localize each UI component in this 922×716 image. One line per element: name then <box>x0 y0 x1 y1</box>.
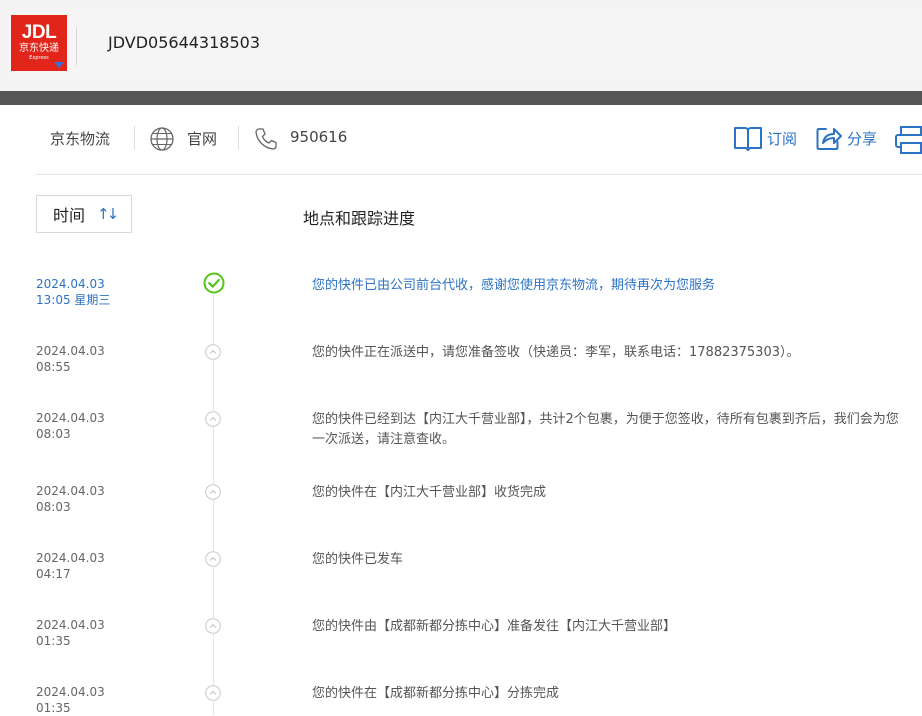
header-divider <box>76 27 77 65</box>
sort-arrows-icon: ↑↓ <box>97 205 119 223</box>
event-datetime: 2024.04.03 08:55 <box>36 343 105 375</box>
share-label: 分享 <box>847 129 878 148</box>
logo-jdl-text: JDL <box>21 22 57 43</box>
chevron-up-circle-icon <box>205 344 221 360</box>
event-datetime: 2024.04.03 04:17 <box>36 550 105 582</box>
event-date: 2024.04.03 <box>36 277 105 291</box>
time-header-label: 时间 <box>53 206 86 225</box>
info-bar-divider <box>36 174 922 175</box>
event-description: 您的快件正在派送中，请您准备签收（快递员：李军，联系电话：17882375303… <box>312 345 800 360</box>
book-icon <box>734 127 762 151</box>
event-time: 08:03 <box>36 500 71 514</box>
chevron-up-circle-icon <box>205 551 221 567</box>
info-divider <box>134 126 135 150</box>
event-datetime: 2024.04.03 01:35 <box>36 617 105 649</box>
event-date: 2024.04.03 <box>36 344 105 358</box>
event-description: 您的快件在【成都新都分拣中心】分拣完成 <box>312 686 560 701</box>
event-datetime: 2024.04.03 08:03 <box>36 410 105 442</box>
event-time: 01:35 <box>36 634 71 648</box>
header-shadow-band <box>0 91 922 105</box>
carrier-name: 京东物流 <box>50 130 111 148</box>
logo-corner-icon <box>54 62 64 68</box>
tracking-number[interactable]: JDVD05644318503 <box>108 33 260 52</box>
event-date: 2024.04.03 <box>36 484 105 498</box>
chevron-up-circle-icon <box>205 685 221 701</box>
event-datetime: 2024.04.03 01:35 <box>36 684 105 716</box>
event-datetime: 2024.04.03 08:03 <box>36 483 105 515</box>
event-time: 04:17 <box>36 567 71 581</box>
event-description: 您的快件在【内江大千营业部】收货完成 <box>312 485 547 500</box>
event-date: 2024.04.03 <box>36 411 105 425</box>
event-time: 13:05 星期三 <box>36 293 111 307</box>
event-description: 您的快件已发车 <box>312 552 404 567</box>
share-button[interactable]: 分享 <box>815 123 877 153</box>
subscribe-button[interactable]: 订阅 <box>733 123 797 153</box>
event-date: 2024.04.03 <box>36 618 105 632</box>
subscribe-label: 订阅 <box>767 129 798 148</box>
phone-number[interactable]: 950616 <box>290 128 347 146</box>
chevron-up-circle-icon <box>205 484 221 500</box>
website-link[interactable]: 官网 <box>187 128 217 149</box>
globe-icon[interactable] <box>149 126 175 152</box>
check-circle-icon <box>203 272 225 294</box>
chevron-up-circle-icon <box>205 411 221 427</box>
event-time: 01:35 <box>36 701 71 715</box>
phone-icon <box>255 128 277 150</box>
share-icon <box>816 128 842 150</box>
info-divider <box>238 126 239 150</box>
chevron-up-circle-icon <box>205 618 221 634</box>
event-time: 08:03 <box>36 427 71 441</box>
jdl-logo: JDL 京东快递 Express <box>11 15 67 71</box>
event-description: 您的快件已由公司前台代收，感谢您使用京东物流，期待再次为您服务 <box>312 278 716 293</box>
event-description: 您的快件已经到达【内江大千营业部】，共计2个包裹，为便于您签收，待所有包裹到齐后… <box>312 412 899 447</box>
event-date: 2024.04.03 <box>36 685 105 699</box>
event-description: 您的快件由【成都新都分拣中心】准备发往【内江大千营业部】 <box>312 619 677 634</box>
carrier-info-bar: 京东物流 官网 950616 订阅 分享 <box>0 105 922 175</box>
logo-cn-text: 京东快递 <box>19 43 59 54</box>
event-date: 2024.04.03 <box>36 551 105 565</box>
event-time: 08:55 <box>36 360 71 374</box>
print-icon[interactable] <box>894 125 922 155</box>
location-progress-header: 地点和跟踪进度 <box>303 209 416 228</box>
logo-en-text: Express <box>29 55 49 61</box>
event-datetime: 2024.04.03 13:05 星期三 <box>36 276 110 308</box>
time-sort-button[interactable]: 时间 ↑↓ <box>36 195 132 233</box>
tracking-panel: 京东物流 官网 950616 订阅 分享 时间 ↑↓ 地点和跟踪进度 2024.… <box>0 105 922 715</box>
